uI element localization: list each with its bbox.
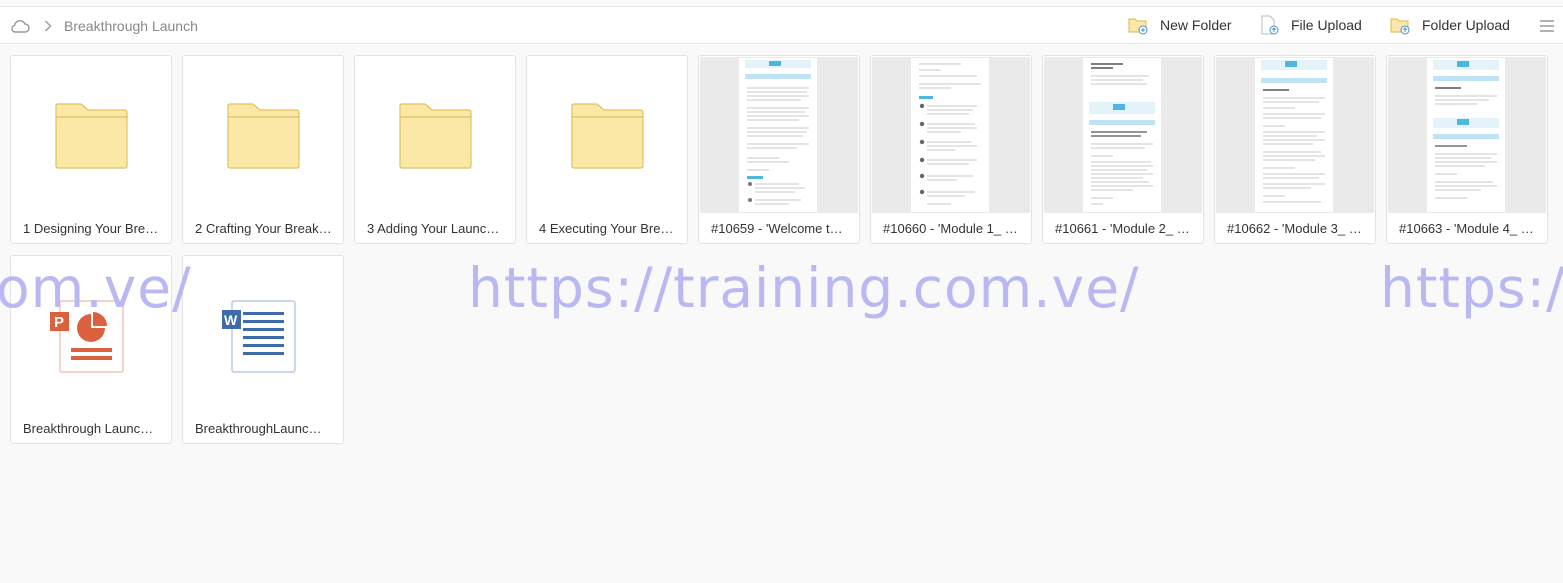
list-view-icon[interactable] — [1538, 17, 1556, 35]
breadcrumb: Breakthrough Launch — [10, 15, 198, 37]
folder-upload-label: Folder Upload — [1422, 17, 1510, 33]
folder-tile[interactable]: 3 Adding Your Launc… — [354, 55, 516, 244]
tile-label: #10663 - 'Module 4_ … — [1399, 221, 1534, 236]
tile-label: 2 Crafting Your Break… — [195, 221, 332, 236]
document-thumbnail-art — [1089, 63, 1155, 205]
tile-label: #10660 - 'Module 1_ … — [883, 221, 1018, 236]
tile-preview — [871, 56, 1031, 214]
tile-preview — [183, 56, 343, 214]
folder-tile[interactable]: 1 Designing Your Bre… — [10, 55, 172, 244]
chevron-right-icon — [45, 20, 52, 32]
folder-icon — [227, 103, 300, 169]
tile-preview — [1043, 56, 1203, 214]
watermark-left: om.ve/ — [0, 256, 192, 320]
folder-tile[interactable]: 4 Executing Your Bre… — [526, 55, 688, 244]
folder-upload-icon — [1390, 18, 1410, 35]
document-thumbnail — [1083, 58, 1161, 212]
document-thumbnail-art — [745, 60, 811, 205]
document-tile[interactable]: #10659 - 'Welcome t… — [698, 55, 860, 244]
document-thumbnail-art — [1433, 60, 1499, 199]
file-upload-icon — [1261, 15, 1279, 35]
tile-label: Breakthrough Launc… — [23, 421, 154, 436]
folder-icon — [571, 103, 644, 169]
document-tile[interactable]: #10661 - 'Module 2_ … — [1042, 55, 1204, 244]
tile-preview — [1215, 56, 1375, 214]
folder-tile[interactable]: 2 Crafting Your Break… — [182, 55, 344, 244]
new-folder-button[interactable]: New Folder — [1128, 15, 1232, 35]
document-thumbnail-art — [1261, 60, 1327, 203]
tile-preview: W — [183, 256, 343, 414]
tile-preview — [11, 56, 171, 214]
document-thumbnail — [911, 58, 989, 212]
document-thumbnail — [739, 58, 817, 212]
tile-label: #10661 - 'Module 2_ … — [1055, 221, 1190, 236]
new-folder-label: New Folder — [1160, 17, 1232, 33]
word-icon: W — [222, 300, 296, 373]
tile-preview — [1387, 56, 1547, 214]
tile-label: 3 Adding Your Launc… — [367, 221, 500, 236]
file-upload-label: File Upload — [1291, 17, 1362, 33]
tile-label: #10659 - 'Welcome t… — [711, 221, 843, 236]
folder-icon — [399, 103, 472, 169]
tile-label: 1 Designing Your Bre… — [23, 221, 159, 236]
tile-preview — [355, 56, 515, 214]
breadcrumb-current[interactable]: Breakthrough Launch — [64, 18, 198, 34]
document-tile[interactable]: #10660 - 'Module 1_ … — [870, 55, 1032, 244]
document-tile[interactable]: #10663 - 'Module 4_ … — [1386, 55, 1548, 244]
file-upload-button[interactable]: File Upload — [1259, 15, 1362, 35]
tile-label: #10662 - 'Module 3_ … — [1227, 221, 1362, 236]
folder-upload-button[interactable]: Folder Upload — [1390, 15, 1510, 35]
document-tile[interactable]: #10662 - 'Module 3_ … — [1214, 55, 1376, 244]
document-thumbnail — [1427, 58, 1505, 212]
cloud-icon[interactable] — [10, 19, 30, 33]
document-thumbnail — [1255, 58, 1333, 212]
new-folder-icon — [1128, 18, 1148, 35]
tile-preview — [699, 56, 859, 214]
word-tile[interactable]: W BreakthroughLaunc… — [182, 255, 344, 444]
tile-label: 4 Executing Your Bre… — [539, 221, 674, 236]
watermark-center: https://training.com.ve/ — [468, 256, 1140, 320]
watermark-right: https:// — [1380, 256, 1563, 320]
svg-text:W: W — [224, 312, 238, 328]
folder-icon — [55, 103, 128, 169]
top-toolbar: Breakthrough Launch New Folder File Uplo… — [0, 6, 1563, 44]
tile-label: BreakthroughLaunc… — [195, 421, 322, 436]
document-thumbnail-art — [919, 63, 981, 205]
tile-preview — [527, 56, 687, 214]
